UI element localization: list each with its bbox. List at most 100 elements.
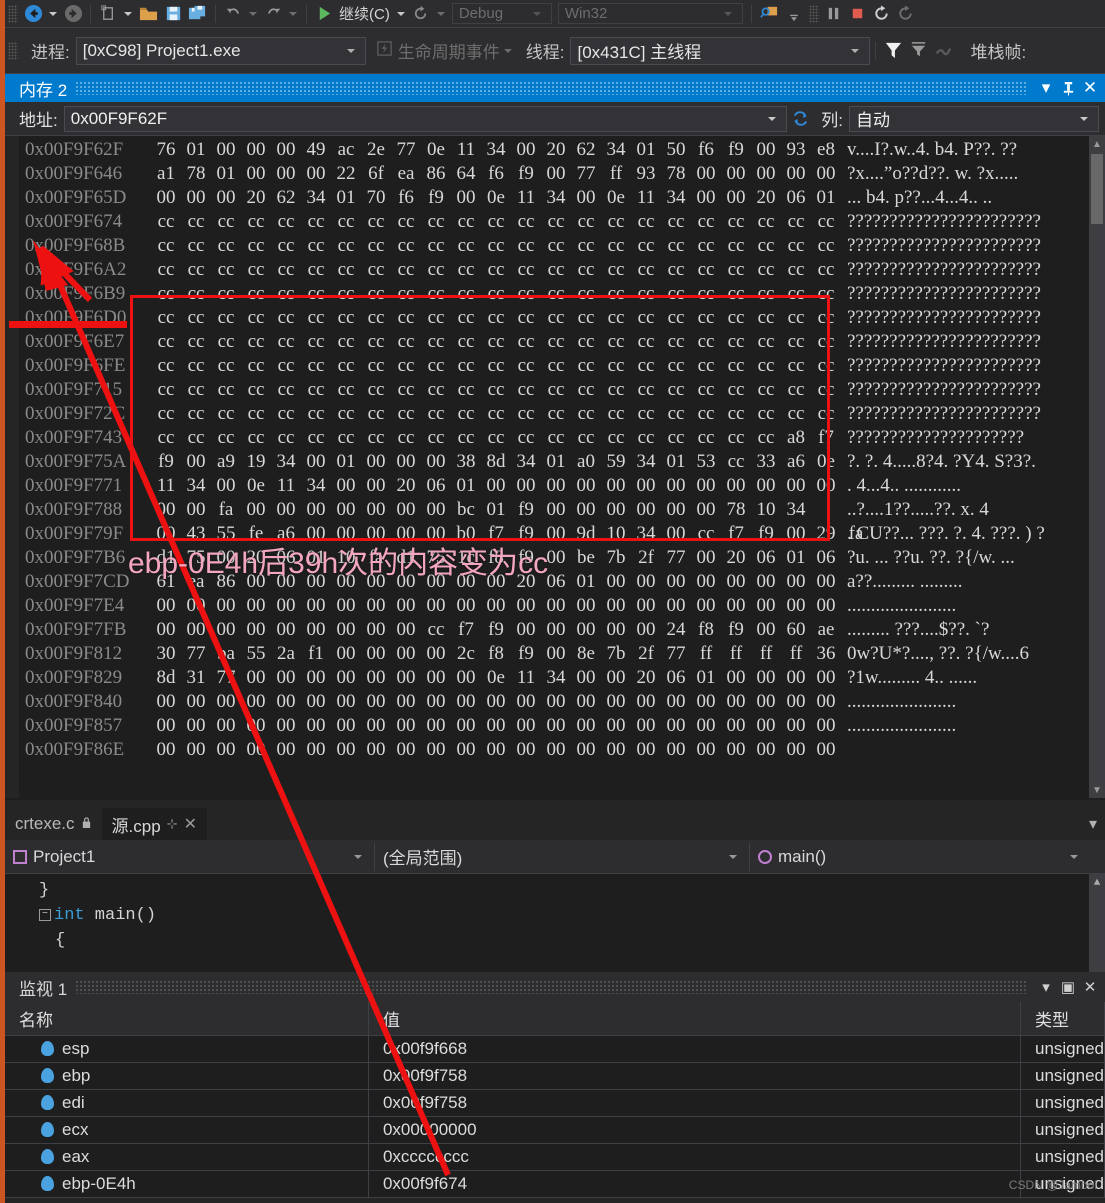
memory-byte[interactable]: cc — [691, 331, 721, 353]
memory-byte[interactable]: cc — [331, 355, 361, 377]
memory-byte[interactable]: 00 — [421, 523, 451, 545]
restart-icon[interactable] — [409, 2, 433, 26]
memory-byte[interactable]: f6 — [481, 163, 511, 185]
memory-byte[interactable]: cc — [571, 379, 601, 401]
memory-byte[interactable]: cc — [241, 307, 271, 329]
memory-byte[interactable]: 00 — [361, 451, 391, 473]
continue-button[interactable]: 继续(C) — [336, 3, 393, 24]
memory-byte[interactable]: 00 — [151, 499, 181, 521]
memory-byte[interactable]: a9 — [211, 451, 241, 473]
memory-byte[interactable]: cc — [331, 235, 361, 257]
memory-byte[interactable]: cc — [181, 283, 211, 305]
memory-byte[interactable]: cc — [211, 331, 241, 353]
memory-byte[interactable]: cc — [511, 331, 541, 353]
memory-byte[interactable]: cc — [301, 259, 331, 281]
address-input[interactable]: 0x00F9F62F — [63, 105, 788, 132]
memory-byte[interactable]: cc — [571, 259, 601, 281]
memory-byte[interactable]: 00 — [451, 595, 481, 617]
memory-byte[interactable]: cc — [451, 331, 481, 353]
memory-byte[interactable]: cc — [811, 259, 841, 281]
memory-byte[interactable]: cc — [541, 307, 571, 329]
memory-byte[interactable]: cc — [331, 211, 361, 233]
memory-byte[interactable]: cc — [631, 259, 661, 281]
memory-row[interactable]: 0x00F9F79F 00 43 55 fe a6 00 00 00 00 00 b0 f7 f9 00 9d… — [19, 522, 1089, 546]
memory-byte[interactable]: ff — [721, 643, 751, 665]
memory-byte[interactable]: f9 — [751, 523, 781, 545]
memory-byte[interactable]: cc — [241, 211, 271, 233]
table-row[interactable]: eax 0xcccccccc unsigned — [5, 1143, 1105, 1171]
memory-byte[interactable]: cc — [361, 403, 391, 425]
memory-byte[interactable]: 00 — [301, 499, 331, 521]
memory-byte[interactable]: 00 — [181, 451, 211, 473]
memory-byte[interactable]: 00 — [181, 619, 211, 641]
memory-byte[interactable]: cc — [181, 403, 211, 425]
memory-byte[interactable]: cc — [571, 331, 601, 353]
memory-byte[interactable]: 00 — [661, 475, 691, 497]
memory-byte[interactable]: 00 — [751, 691, 781, 713]
memory-byte[interactable]: 8d — [481, 451, 511, 473]
memory-byte[interactable]: ba — [211, 643, 241, 665]
memory-byte[interactable]: 34 — [631, 523, 661, 545]
memory-byte[interactable]: 00 — [421, 643, 451, 665]
memory-byte[interactable]: cc — [391, 235, 421, 257]
memory-byte[interactable]: cc — [481, 259, 511, 281]
lifecycle-events-button[interactable]: 生命周期事件 — [376, 38, 516, 63]
memory-byte[interactable]: cc — [481, 235, 511, 257]
memory-byte[interactable]: cc — [391, 307, 421, 329]
memory-row[interactable]: 0x00F9F788 00 00 fa 00 00 00 00 00 00 00 bc 01 f9 00 00… — [19, 498, 1089, 522]
memory-byte[interactable]: cc — [181, 211, 211, 233]
memory-byte[interactable]: 00 — [511, 739, 541, 761]
memory-byte[interactable]: 00 — [241, 691, 271, 713]
memory-byte[interactable]: 00 — [721, 691, 751, 713]
memory-byte[interactable]: cc — [271, 427, 301, 449]
memory-byte[interactable]: cc — [541, 403, 571, 425]
memory-byte[interactable]: cc — [751, 427, 781, 449]
memory-byte[interactable]: 60 — [781, 619, 811, 641]
memory-byte[interactable]: cc — [271, 379, 301, 401]
memory-byte[interactable]: cc — [481, 379, 511, 401]
memory-byte[interactable]: cc — [211, 355, 241, 377]
memory-byte[interactable]: cc — [751, 403, 781, 425]
memory-byte[interactable]: cc — [211, 379, 241, 401]
memory-byte[interactable]: 00 — [241, 571, 271, 593]
memory-byte[interactable]: 00 — [541, 643, 571, 665]
column-header-type[interactable]: 类型 — [1020, 1002, 1105, 1036]
watch-value-cell[interactable]: 0x00f9f758 — [368, 1089, 1021, 1117]
memory-row[interactable]: 0x00F9F75A f9 00 a9 19 34 00 01 00 00 00 38 8d 34 01 a0… — [19, 450, 1089, 474]
memory-byte[interactable]: 36 — [811, 643, 841, 665]
memory-byte[interactable]: cc — [391, 331, 421, 353]
memory-byte[interactable]: 2e — [361, 139, 391, 161]
memory-byte[interactable]: 00 — [751, 715, 781, 737]
memory-byte[interactable]: cc — [331, 379, 361, 401]
memory-byte[interactable]: cc — [421, 403, 451, 425]
memory-byte[interactable]: cc — [331, 427, 361, 449]
debugbar-grip[interactable] — [8, 41, 18, 60]
memory-byte[interactable]: cc — [721, 379, 751, 401]
memory-byte[interactable]: 34 — [481, 139, 511, 161]
memory-byte[interactable]: 00 — [781, 739, 811, 761]
column-header-value[interactable]: 值 — [368, 1002, 1021, 1036]
memory-byte[interactable]: 7b — [601, 643, 631, 665]
memory-byte[interactable]: 00 — [631, 691, 661, 713]
memory-byte[interactable]: 00 — [241, 163, 271, 185]
memory-byte[interactable]: cc — [751, 379, 781, 401]
memory-byte[interactable]: 55 — [211, 523, 241, 545]
memory-byte[interactable]: 77 — [661, 643, 691, 665]
memory-byte[interactable]: cc — [631, 307, 661, 329]
memory-byte[interactable]: cc — [601, 283, 631, 305]
memory-byte[interactable]: f9 — [721, 619, 751, 641]
memory-byte[interactable]: cc — [601, 331, 631, 353]
memory-byte[interactable]: 06 — [811, 547, 841, 569]
memory-byte[interactable]: cc — [241, 331, 271, 353]
memory-byte[interactable]: ea — [391, 163, 421, 185]
memory-byte[interactable]: cc — [541, 331, 571, 353]
memory-byte[interactable]: f6 — [391, 187, 421, 209]
memory-byte[interactable]: 00 — [571, 691, 601, 713]
memory-byte[interactable]: cc — [601, 307, 631, 329]
memory-byte[interactable]: 11 — [511, 667, 541, 689]
memory-byte[interactable]: 00 — [151, 715, 181, 737]
memory-byte[interactable]: 00 — [421, 499, 451, 521]
memory-byte[interactable]: cc — [691, 211, 721, 233]
memory-byte[interactable]: cc — [241, 235, 271, 257]
memory-byte[interactable]: cc — [181, 259, 211, 281]
